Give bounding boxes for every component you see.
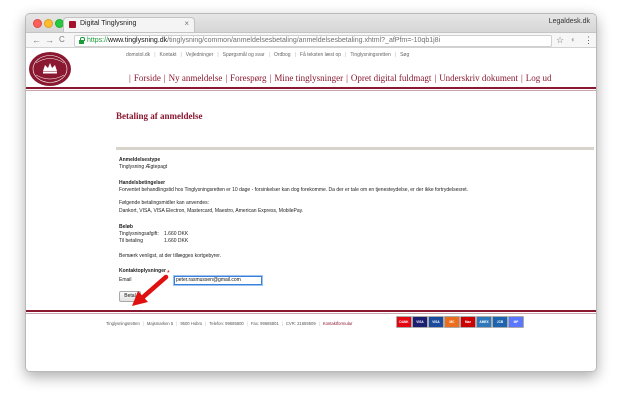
top-nav-link[interactable]: Kontakt <box>160 52 177 58</box>
top-nav-separator: | <box>268 52 270 58</box>
footer-separator: | <box>205 321 207 326</box>
footer-item: Tinglysningsretten <box>106 321 140 326</box>
betalingsmidler-list: Dankort, VISA, VISA Electron, Mastercard… <box>119 208 304 214</box>
belob-label: Beløb <box>119 224 133 230</box>
main-nav-separator: | <box>129 73 131 83</box>
browser-toolbar: ← → C https://www.tinglysning.dk/tinglys… <box>26 33 596 48</box>
main-nav-separator: | <box>269 73 272 83</box>
top-nav-link[interactable]: Søg <box>400 52 409 58</box>
back-icon[interactable]: ← <box>32 34 41 46</box>
top-nav-link[interactable]: Tinglysningsretten <box>350 52 390 58</box>
browser-menu-icon[interactable]: ⋮ <box>584 34 593 46</box>
footer: Tinglysningsretten | Majsmarken 5 | 9500 Hob… <box>106 321 352 326</box>
betalingsmidler-intro: Følgende betalingsmidler kan anvendes: <box>119 200 210 206</box>
top-nav-separator: | <box>180 52 182 58</box>
email-input[interactable]: peter.rasmussen@gmail.com <box>174 276 262 285</box>
footer-item: Fax: 99685801 <box>250 321 279 326</box>
top-nav-link[interactable]: domstol.dk <box>126 52 150 58</box>
mobilepay-icon: MP <box>508 316 524 328</box>
footer-separator: | <box>142 321 144 326</box>
browser-window: Digital Tinglysning × Legaldesk.dk ← → C… <box>25 13 597 372</box>
main-nav-item[interactable]: Underskriv dokument <box>439 73 518 83</box>
header-band-line <box>26 90 596 91</box>
red-arrow-annotation-icon <box>132 274 169 306</box>
footer-item: CVR: 21659509 <box>285 321 316 326</box>
til-betaling-label: Til betaling <box>119 238 143 244</box>
main-nav-item[interactable]: Forespørg <box>230 73 266 83</box>
main-nav-item[interactable]: Ny anmeldelse <box>169 73 223 83</box>
tab-strip: Digital Tinglysning × Legaldesk.dk <box>26 14 596 33</box>
profile-name[interactable]: Legaldesk.dk <box>549 18 590 25</box>
mastercard-icon: MC <box>444 316 460 328</box>
address-bar[interactable]: https://www.tinglysning.dk/tinglysning/c… <box>74 35 552 47</box>
title-divider <box>116 147 594 150</box>
visa-electron-icon: VISA <box>428 316 444 328</box>
footer-item: 9500 Hobro <box>180 321 203 326</box>
top-nav-separator: | <box>394 52 397 58</box>
header-band <box>26 87 596 89</box>
anmeldelsestype-value: Tinglysning Ægtepagt <box>119 164 168 170</box>
main-nav-separator: | <box>225 73 228 83</box>
top-nav: domstol.dk | Kontakt | Vejledninger | Spørgsmå… <box>126 52 409 58</box>
reload-icon[interactable]: C <box>59 34 65 46</box>
main-nav-separator: | <box>520 73 523 83</box>
footer-separator: | <box>246 321 248 326</box>
page-title: Betaling af anmeldelse <box>116 111 203 121</box>
top-nav-separator: | <box>217 52 219 58</box>
top-nav-link[interactable]: Vejledninger <box>186 52 214 58</box>
browser-tab[interactable]: Digital Tinglysning × <box>63 17 195 32</box>
visa-icon: VISA <box>412 316 428 328</box>
footer-item: Majsmarken 5 <box>146 321 174 326</box>
footer-separator: | <box>318 321 320 326</box>
handelsbetingelser-label: Handelsbetingelser <box>119 180 166 186</box>
forward-icon[interactable]: → <box>45 34 54 46</box>
top-nav-separator: | <box>345 52 347 58</box>
anmeldelsestype-label: Anmeldelsestype <box>119 157 161 163</box>
main-nav-separator: | <box>434 73 437 83</box>
amex-icon: AMEX <box>476 316 492 328</box>
dankort-icon: DANK <box>396 316 412 328</box>
favicon-icon <box>69 21 76 28</box>
main-nav-item[interactable]: Mine tinglysninger <box>274 73 343 83</box>
footer-band-line <box>26 313 596 314</box>
top-nav-link[interactable]: Spørgsmål og svar <box>223 52 265 58</box>
tab-close-icon[interactable]: × <box>184 19 189 28</box>
footer-band <box>26 310 596 312</box>
extension-icon[interactable]: ◐ <box>571 34 576 46</box>
footer-separator: | <box>281 321 283 326</box>
page-content: domstol.dk | Kontakt | Vejledninger | Spørgsmå… <box>26 48 596 371</box>
maestro-icon: Mae <box>460 316 476 328</box>
jcb-icon: JCB <box>492 316 508 328</box>
top-nav-separator: | <box>294 52 296 58</box>
main-nav-separator: | <box>346 73 348 83</box>
lock-icon <box>79 37 85 44</box>
tinglysningsafgift-label: Tinglysningsafgift: <box>119 231 159 237</box>
minimize-window-icon[interactable] <box>44 19 53 28</box>
url-text: https://www.tinglysning.dk/tinglysning/c… <box>87 37 441 44</box>
kortgebyr-note: Bemærk venligst, at der tillægges kortge… <box>119 253 221 259</box>
kontaktformular-link[interactable]: Kontaktformular <box>323 321 353 326</box>
footer-separator: | <box>176 321 178 326</box>
handelsbetingelser-text: Forventet behandlingstid hos Tinglysning… <box>119 187 469 193</box>
top-nav-link[interactable]: Ordbog <box>274 52 291 58</box>
tab-title: Digital Tinglysning <box>80 20 137 27</box>
court-seal-logo[interactable] <box>28 51 72 87</box>
tinglysningsafgift-value: 1.660 DKK <box>164 231 189 237</box>
footer-item: Telefon: 99685800 <box>209 321 244 326</box>
bookmark-star-icon[interactable]: ☆ <box>556 34 564 46</box>
main-nav-item[interactable]: Log ud <box>526 73 552 83</box>
til-betaling-value: 1.660 DKK <box>164 238 189 244</box>
top-nav-link[interactable]: Få teksten læst op <box>300 52 341 58</box>
main-nav-item[interactable]: Opret digital fuldmagt <box>351 73 431 83</box>
main-nav: | Forside | Ny anmeldelse | Forespørg | Mine ti… <box>126 73 552 83</box>
main-nav-item[interactable]: Forside <box>134 73 161 83</box>
top-nav-separator: | <box>154 52 156 58</box>
close-window-icon[interactable] <box>33 19 42 28</box>
main-nav-separator: | <box>163 73 166 83</box>
